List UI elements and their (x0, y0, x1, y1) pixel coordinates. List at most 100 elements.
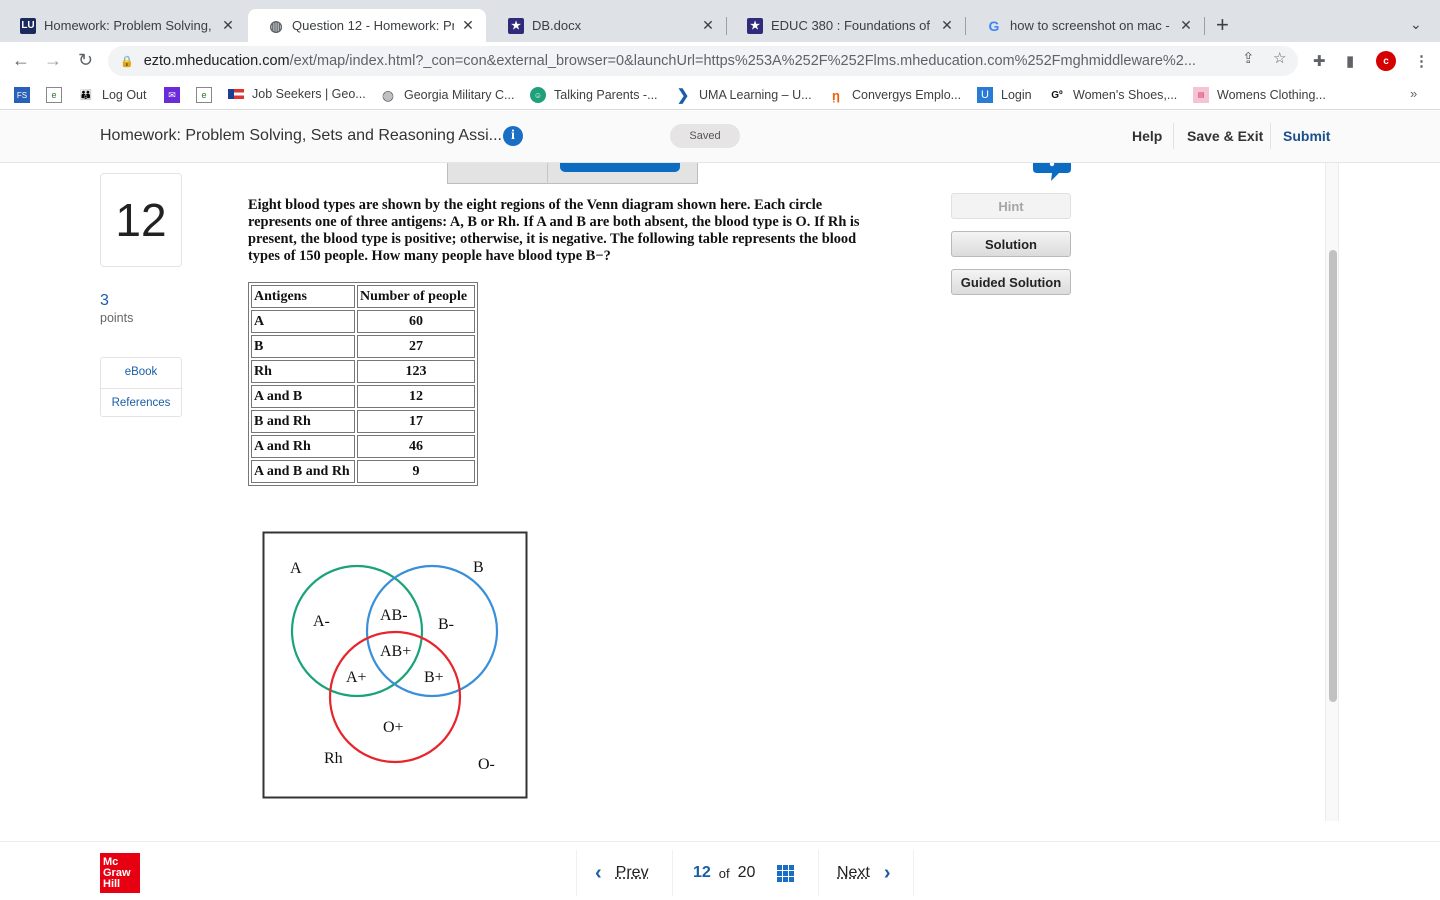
chat-bubble-icon[interactable] (1033, 163, 1071, 185)
convergys-icon: ῃ (832, 87, 840, 103)
solution-button[interactable]: Solution (951, 231, 1071, 257)
bookmark-item[interactable]: Gº Women's Shoes,... (1049, 87, 1177, 103)
fs-icon: FS (14, 87, 30, 103)
close-tab-icon[interactable]: ✕ (939, 17, 955, 34)
address-bar[interactable]: 🔒 ezto.mheducation.com/ext/map/index.htm… (108, 46, 1298, 76)
resource-links: eBook References (100, 357, 182, 417)
header-divider (1270, 123, 1271, 149)
bookmark-item[interactable]: ▤ Womens Clothing... (1193, 87, 1326, 103)
browser-tab[interactable]: LU Homework: Problem Solving, S ✕ (0, 9, 246, 42)
mail-icon: ✉ (164, 87, 180, 103)
question-pager: ‹ Prev 12 of 20 Next › (576, 850, 914, 896)
bookmark-item[interactable]: ◍ Georgia Military C... (380, 87, 515, 103)
logo-line: Hill (103, 878, 121, 890)
next-button[interactable]: Next › (818, 850, 914, 896)
question-grid-icon[interactable] (777, 864, 795, 882)
scrollbar-thumb[interactable] (1329, 250, 1337, 702)
region-a-pos: A+ (346, 669, 367, 686)
bookmark-label: Job Seekers | Geo... (252, 87, 366, 101)
bookmark-label: Georgia Military C... (404, 88, 515, 102)
reload-icon[interactable]: ↻ (78, 50, 93, 70)
bookmark-label: Convergys Emplo... (852, 88, 962, 102)
bookmark-item[interactable]: ῃ Convergys Emplo... (828, 87, 961, 103)
globe-icon: ◍ (269, 17, 283, 35)
browser-tab[interactable]: ★ EDUC 380 : Foundations of Ed ✕ (727, 9, 965, 42)
new-tab-button[interactable]: + (1216, 14, 1229, 36)
table-header: Number of people (357, 285, 475, 308)
go-icon: Gº (1051, 89, 1063, 101)
question-counter[interactable]: 12 of 20 (672, 850, 818, 896)
active-mode-tab[interactable] (560, 163, 680, 172)
bookmark-label: Womens Clothing... (1217, 88, 1326, 102)
guided-solution-button[interactable]: Guided Solution (951, 269, 1071, 295)
side-panel-icon[interactable]: ▮ (1346, 52, 1354, 70)
tab-title: how to screenshot on mac - Go (1010, 18, 1172, 33)
footer-nav: Mc Graw Hill ‹ Prev 12 of 20 Next › (0, 841, 1440, 900)
bookmark-item[interactable]: ✉ (164, 87, 188, 103)
browser-tab-active[interactable]: ◍ Question 12 - Homework: Prob ✕ (248, 9, 486, 42)
ebook-link[interactable]: eBook (101, 358, 181, 388)
close-tab-icon[interactable]: ✕ (460, 17, 476, 34)
region-a-neg: A- (313, 613, 330, 630)
save-exit-link[interactable]: Save & Exit (1187, 128, 1263, 144)
browser-tab[interactable]: G how to screenshot on mac - Go ✕ (966, 9, 1204, 42)
bookmarks-overflow-button[interactable]: » (1410, 86, 1417, 101)
back-arrow-icon[interactable]: ← (12, 50, 30, 70)
close-tab-icon[interactable]: ✕ (1178, 17, 1194, 34)
points-value: 3 (100, 292, 109, 309)
bookmark-item[interactable]: ☺ Talking Parents -... (530, 87, 658, 103)
tab-search-chevron-icon[interactable]: ⌄ (1410, 16, 1422, 33)
bookmark-item[interactable]: ❯ UMA Learning – U... (675, 87, 812, 104)
current-question: 12 (693, 864, 711, 881)
tab-separator (1204, 17, 1205, 35)
bookmark-item[interactable]: 👪 Log Out (78, 87, 147, 103)
info-icon[interactable]: i (503, 126, 523, 146)
antigen-cell: Rh (251, 360, 355, 383)
antigen-cell: B and Rh (251, 410, 355, 433)
ie-page-icon: e (46, 87, 62, 103)
clothing-icon: ▤ (1193, 87, 1209, 103)
hint-button[interactable]: Hint (951, 193, 1071, 219)
bookmark-label: Talking Parents -... (554, 88, 658, 102)
browser-tab-strip: LU Homework: Problem Solving, S ✕ ◍ Ques… (0, 0, 1440, 42)
region-o-neg: O- (478, 756, 495, 773)
tab-title: Question 12 - Homework: Prob (292, 18, 454, 33)
set-label-b: B (473, 559, 484, 576)
table-row: A and B 12 (251, 385, 475, 408)
kebab-menu-icon[interactable]: ⋮ (1414, 52, 1429, 70)
bookmark-item[interactable]: FS (14, 87, 38, 103)
browser-toolbar: ← → ↻ 🔒 ezto.mheducation.com/ext/map/ind… (0, 42, 1440, 80)
bookmark-label: Women's Shoes,... (1073, 88, 1178, 102)
bookmark-item[interactable]: U Login (977, 87, 1032, 103)
tab-title: EDUC 380 : Foundations of Ed (771, 18, 933, 33)
help-link[interactable]: Help (1132, 128, 1162, 144)
next-label: Next (837, 864, 870, 881)
close-tab-icon[interactable]: ✕ (700, 17, 716, 34)
shield-star-icon: ★ (747, 17, 763, 34)
antigen-cell: A (251, 310, 355, 333)
question-mode-tabs[interactable] (447, 163, 698, 184)
browser-tab[interactable]: ★ DB.docx ✕ (488, 9, 726, 42)
close-tab-icon[interactable]: ✕ (220, 17, 236, 34)
venn-diagram: A B Rh A- AB- B- AB+ A+ B+ O+ O- (262, 531, 528, 799)
share-icon[interactable]: ⇪ (1242, 49, 1255, 67)
talking-parents-icon: ☺ (530, 87, 546, 103)
bookmark-item[interactable]: Job Seekers | Geo... (228, 87, 366, 101)
mcgraw-hill-logo: Mc Graw Hill (100, 853, 140, 893)
prev-button[interactable]: ‹ Prev (576, 850, 672, 896)
forward-arrow-icon[interactable]: → (44, 50, 62, 70)
region-ab-neg: AB- (380, 607, 408, 624)
bookmark-item[interactable]: e (46, 87, 70, 103)
references-link[interactable]: References (101, 388, 181, 418)
bookmark-star-icon[interactable]: ☆ (1273, 49, 1286, 67)
table-header-row: Antigens Number of people (251, 285, 475, 308)
profile-avatar[interactable]: c (1376, 51, 1396, 71)
ie-page-icon: e (196, 87, 212, 103)
assignment-title: Homework: Problem Solving, Sets and Reas… (100, 127, 502, 144)
header-divider (1173, 123, 1174, 149)
content-scrollbar[interactable] (1325, 163, 1339, 821)
bookmark-item[interactable]: e (196, 87, 220, 103)
submit-link[interactable]: Submit (1283, 128, 1330, 144)
antigen-cell: B (251, 335, 355, 358)
extensions-puzzle-icon[interactable]: ✚ (1313, 52, 1326, 70)
